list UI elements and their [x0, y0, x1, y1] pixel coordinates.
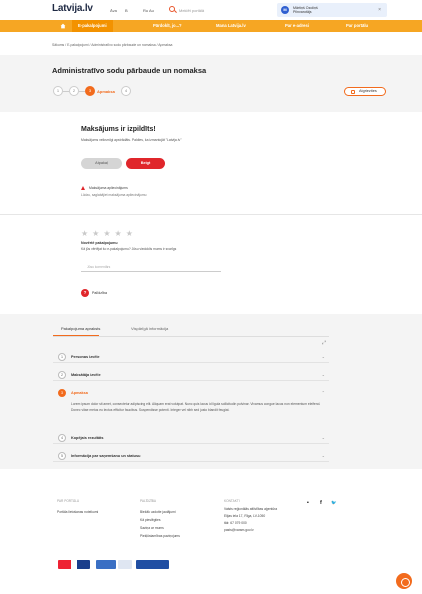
eraf-logo: [58, 560, 90, 569]
partner-logo: [96, 560, 116, 569]
step-2: 2: [69, 86, 79, 96]
header-link[interactable]: Āva: [110, 8, 117, 13]
user-name-line1: Mārtiņš Ozoliņš: [293, 6, 318, 10]
footer-contact: Valsts reģionālās attīstības aģentūra: [224, 507, 278, 511]
back-button[interactable]: Atgriezties: [344, 87, 386, 96]
nav-item-my-latvija[interactable]: Mana Latvija.lv: [216, 20, 246, 32]
nav-item-e-services[interactable]: E-pakalpojumi: [72, 20, 113, 32]
page-header-band: [0, 55, 422, 112]
header: Latvija.lv Āva B Ru Au Meklēt portālā M …: [0, 0, 422, 20]
page-title: Administratīvo sodu pārbaude un nomaksa: [52, 66, 207, 75]
accordion-number: 5: [58, 452, 66, 460]
expand-icon[interactable]: ⤢: [322, 340, 326, 346]
facebook-icon[interactable]: f: [320, 500, 322, 506]
header-link[interactable]: B: [125, 8, 128, 13]
active-step-label: Apmaksa: [97, 89, 115, 94]
warning-icon: [81, 186, 85, 190]
step-4: 4: [121, 86, 131, 96]
footer-contact: tālr. 67 079 000: [224, 521, 247, 525]
avatar: M: [281, 6, 289, 14]
rating-subtitle: Kā jūs vērtējat šo e-pakalpojumu? Jūsu v…: [81, 247, 177, 251]
payment-subtitle: Maksājums veiksmīgi apstrādāts. Paldies,…: [81, 138, 182, 142]
accordion-label: Kopējais rezultāts: [71, 436, 104, 440]
partner-logo: [118, 560, 132, 569]
warning-subtext: Lūdzu, saglabājiet maksājuma apliecināju…: [81, 193, 147, 197]
footer-contact: Elijas iela 17, Rīga, LV-1050: [224, 514, 266, 518]
language-switch[interactable]: Ru Au: [143, 8, 154, 13]
section-divider: [0, 214, 422, 215]
nav-item-about[interactable]: Par portālu: [346, 20, 368, 32]
chevron-up-icon: ⌃: [321, 390, 325, 395]
user-profile-box[interactable]: M Mārtiņš Ozoliņš Pilnvarotājs ×: [277, 3, 387, 17]
breadcrumb[interactable]: Sākums / E-pakalpojumi / Administratīvo …: [52, 43, 172, 47]
user-role: Pilnvarotājs: [293, 10, 312, 15]
footer-heading: PAR PORTĀLU: [57, 499, 80, 503]
accordion-item[interactable]: 2 Maksātāja izvēle ⌄: [53, 369, 329, 381]
accordion-body: Lorem ipsum dolor sit amet, consectetur …: [71, 402, 321, 412]
chat-button[interactable]: [396, 573, 412, 589]
footer-heading: KONTAKTI: [224, 499, 240, 503]
rating-comment-input[interactable]: Jūsu komentārs: [81, 262, 221, 272]
eu-fund-logo: [136, 560, 169, 569]
site-logo[interactable]: Latvija.lv: [52, 3, 93, 14]
footer-link[interactable]: Kā pieslēgties: [140, 518, 161, 522]
tab-general-info[interactable]: Vispārīgā informācija: [131, 326, 168, 331]
chevron-down-icon: ⌄: [321, 372, 325, 377]
step-3: 3: [85, 86, 95, 96]
payment-title: Maksājums ir izpildīts!: [81, 126, 156, 133]
accordion-number: 1: [58, 353, 66, 361]
back-icon: [351, 89, 355, 94]
tab-baseline: [53, 336, 329, 337]
accordion-label: Informācija par saņemšanu un statusu: [71, 454, 141, 458]
footer-link[interactable]: Biežāk uzdotie jautājumi: [140, 510, 176, 514]
footer-link[interactable]: Portāla lietošanas noteikumi: [57, 510, 98, 514]
footer: [0, 469, 422, 594]
warning-text[interactable]: Maksājuma apliecinājums: [89, 186, 128, 190]
nav-item-services[interactable]: Pārdoklī, jo...?: [153, 20, 182, 32]
accordion-item[interactable]: 5 Informācija par saņemšanu un statusu ⌄: [53, 450, 329, 462]
step-1: 1: [53, 86, 63, 96]
main-navigation: E-pakalpojumi Pārdoklī, jo...? Mana Latv…: [0, 20, 422, 32]
chevron-down-icon: ⌄: [321, 354, 325, 359]
footer-link[interactable]: Saziņa ar mums: [140, 526, 164, 530]
accordion-item[interactable]: 4 Kopējais rezultāts ⌄: [53, 432, 329, 444]
footer-heading: PALĪDZĪBA: [140, 499, 157, 503]
user-name: Mārtiņš Ozoliņš Pilnvarotājs: [293, 6, 318, 15]
rating-stars[interactable]: ★★★★★: [81, 229, 137, 238]
accordion-label: Personas izvēle: [71, 355, 100, 359]
tab-description[interactable]: Pakalpojuma apraksts: [61, 326, 100, 331]
youtube-icon[interactable]: ▪: [307, 500, 309, 506]
close-icon[interactable]: ×: [378, 7, 381, 13]
help-label[interactable]: Palīdzība: [92, 291, 107, 295]
help-icon[interactable]: ?: [81, 289, 89, 297]
search-input[interactable]: Meklēt portālā: [179, 8, 204, 13]
accordion-number: 4: [58, 434, 66, 442]
accordion-item[interactable]: 1 Personas izvēle ⌄: [53, 351, 329, 363]
chevron-down-icon: ⌄: [321, 453, 325, 458]
accordion-label: Apmaksa: [71, 391, 88, 395]
accordion-label: Maksātāja izvēle: [71, 373, 101, 377]
rating-title: Novērtē pakalpojumu: [81, 241, 118, 245]
back-button-label: Atgriezties: [359, 89, 377, 93]
chevron-down-icon: ⌄: [321, 435, 325, 440]
finish-button[interactable]: Beigt: [126, 158, 165, 169]
nav-item-e-address[interactable]: Par e-adresi: [285, 20, 309, 32]
search-icon[interactable]: [169, 6, 175, 12]
footer-email-link[interactable]: pasts@varam.gov.lv: [224, 528, 254, 532]
home-icon[interactable]: [60, 23, 66, 29]
accordion-number: 2: [58, 371, 66, 379]
accordion-number: 3: [58, 389, 66, 397]
twitter-icon[interactable]: 🐦: [331, 500, 337, 506]
tab-active-indicator: [53, 335, 99, 336]
back-secondary-button[interactable]: Atpakaļ: [81, 158, 122, 169]
footer-link[interactable]: Piekļūstamības paziņojums: [140, 534, 180, 538]
accordion-item-open[interactable]: 3 Apmaksa ⌃: [53, 387, 329, 399]
